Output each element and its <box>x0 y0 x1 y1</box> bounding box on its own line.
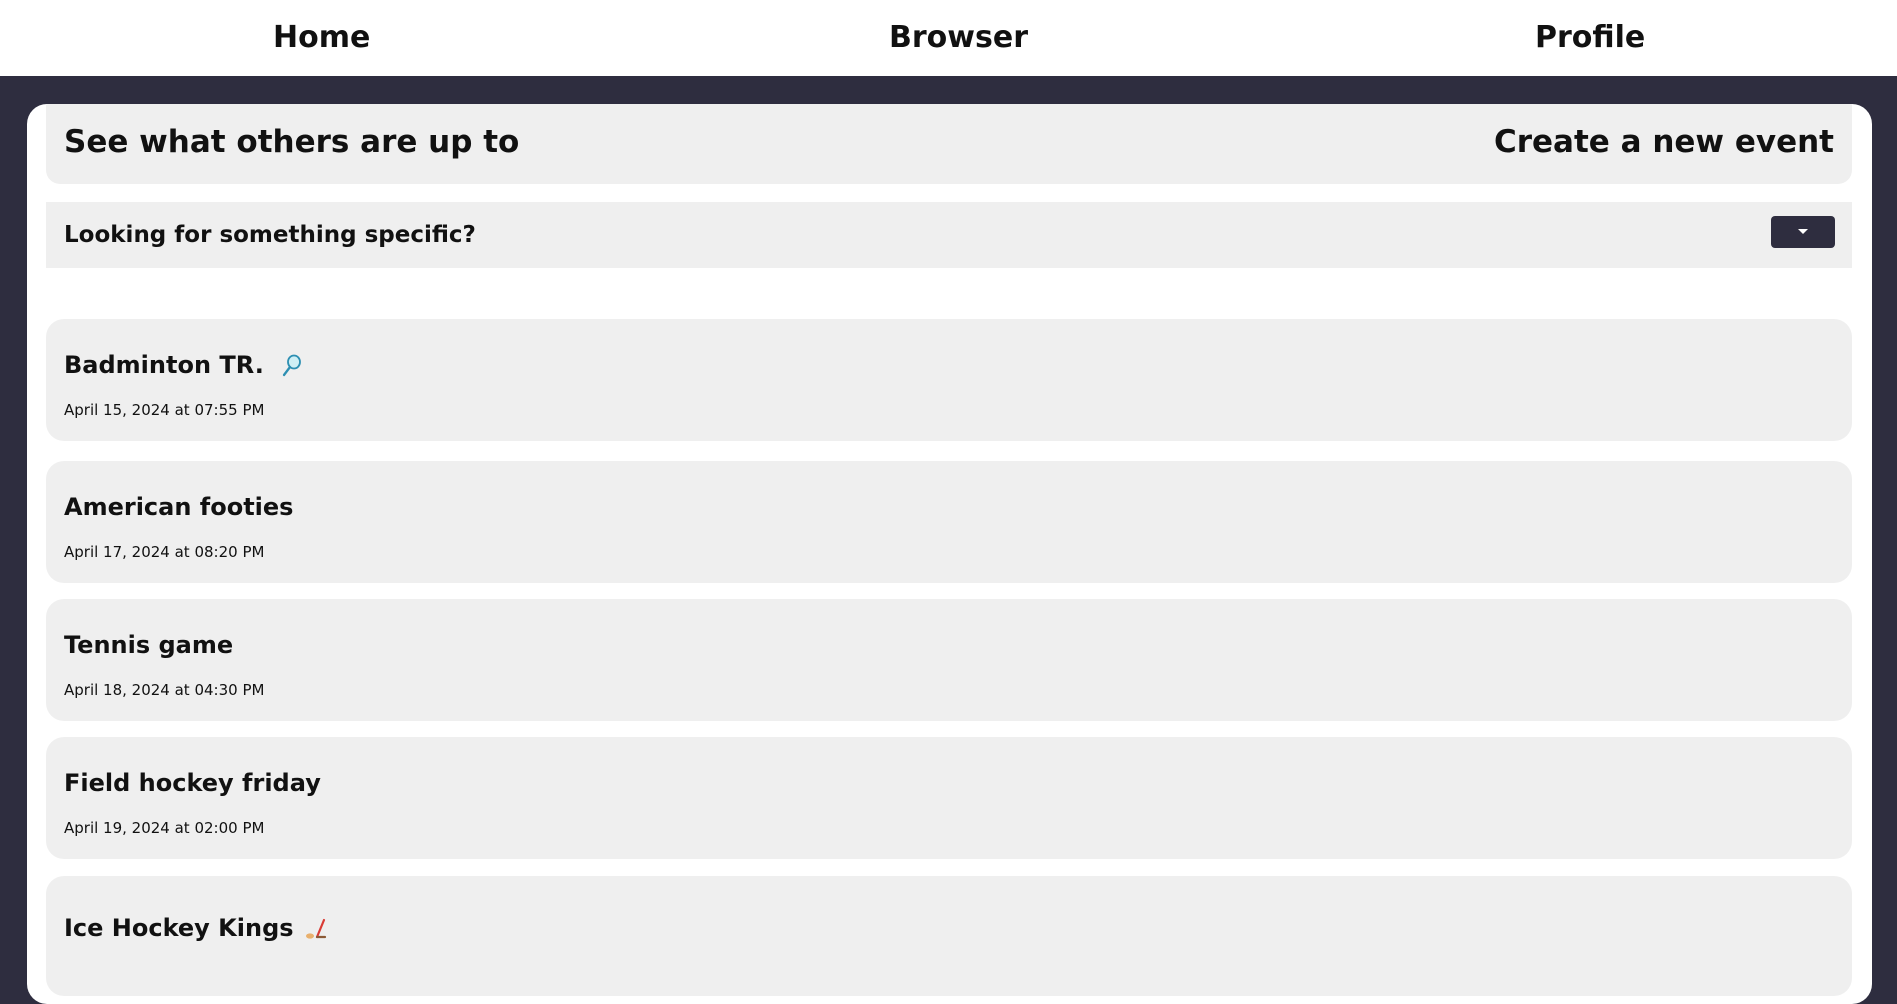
page-header: See what others are up to Create a new e… <box>46 104 1852 184</box>
event-title-text: Ice Hockey Kings <box>64 914 294 942</box>
create-event-link[interactable]: Create a new event <box>1494 124 1834 160</box>
page-title: See what others are up to <box>64 124 520 160</box>
nav-browser-link[interactable]: Browser <box>889 0 1028 76</box>
event-date: April 17, 2024 at 08:20 PM <box>64 543 265 561</box>
event-card[interactable]: Badminton TR. April 15, 2024 at 07:55 PM <box>46 319 1852 441</box>
event-date: April 18, 2024 at 04:30 PM <box>64 681 265 699</box>
badminton-racket-icon <box>283 354 302 377</box>
event-title: Ice Hockey Kings <box>64 914 328 942</box>
filter-bar: Looking for something specific? <box>46 202 1852 268</box>
event-card[interactable]: Field hockey friday April 19, 2024 at 02… <box>46 737 1852 859</box>
event-title: Badminton TR. <box>64 351 304 379</box>
event-title: American footies <box>64 493 294 521</box>
event-date: April 19, 2024 at 02:00 PM <box>64 819 265 837</box>
event-card[interactable]: Tennis game April 18, 2024 at 04:30 PM <box>46 599 1852 721</box>
ice-hockey-icon <box>305 918 327 939</box>
event-card[interactable]: Ice Hockey Kings <box>46 876 1852 996</box>
filter-dropdown-button[interactable] <box>1771 216 1835 248</box>
nav-profile-link[interactable]: Profile <box>1535 0 1645 76</box>
nav-home-link[interactable]: Home <box>273 0 370 76</box>
event-card[interactable]: American footies April 17, 2024 at 08:20… <box>46 461 1852 583</box>
caret-down-icon <box>1798 229 1808 234</box>
event-date: April 15, 2024 at 07:55 PM <box>64 401 265 419</box>
top-navigation: Home Browser Profile <box>0 0 1897 76</box>
filter-label: Looking for something specific? <box>64 222 476 248</box>
event-title-text: Badminton TR. <box>64 351 264 379</box>
event-title: Tennis game <box>64 631 234 659</box>
main-panel: See what others are up to Create a new e… <box>27 104 1872 1004</box>
event-title: Field hockey friday <box>64 769 321 797</box>
